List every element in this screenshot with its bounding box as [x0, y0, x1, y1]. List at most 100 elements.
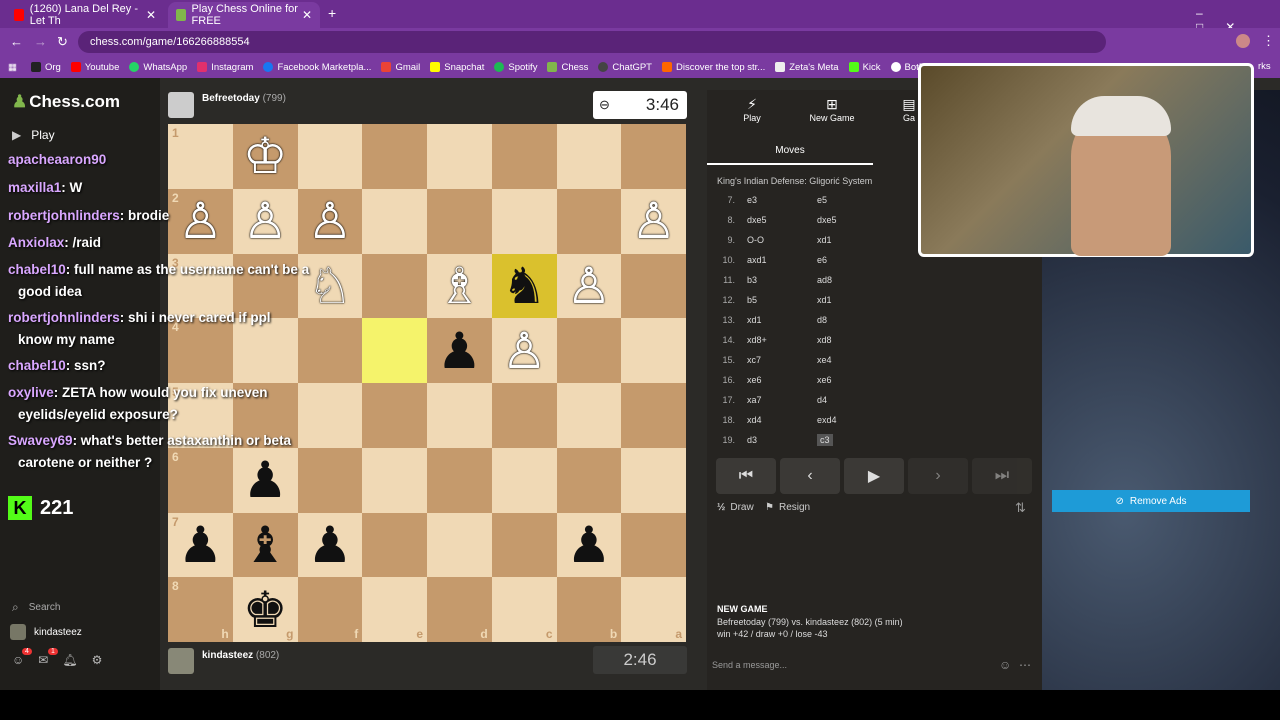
board-square[interactable]: f [297, 577, 363, 642]
board-square[interactable] [427, 188, 492, 254]
chess-logo[interactable]: ♟ Chess.com [12, 92, 120, 112]
reload-icon[interactable]: ↻ [57, 34, 68, 50]
moves-tab[interactable]: Moves [707, 138, 873, 165]
white-move[interactable]: xd4 [747, 415, 762, 425]
board-square[interactable] [362, 253, 427, 319]
black-move[interactable]: xe4 [817, 355, 832, 365]
flip-board-icon[interactable]: ⇅ [1015, 500, 1026, 516]
bottom-player-avatar[interactable] [168, 648, 194, 674]
messages-icon[interactable]: ✉ [38, 653, 62, 667]
emoji-icon[interactable]: ☺ [999, 658, 1011, 672]
board-square[interactable] [491, 124, 557, 189]
nav-profile[interactable]: kindasteez [10, 624, 82, 640]
board-square[interactable] [621, 447, 686, 513]
bookmark-org[interactable]: Org [30, 62, 61, 73]
board-square[interactable] [621, 253, 686, 319]
black-move[interactable]: d8 [817, 315, 827, 325]
board-square[interactable]: 8h [168, 577, 233, 642]
tab-close-icon[interactable]: ✕ [302, 8, 312, 22]
white-move[interactable]: xd8+ [747, 335, 767, 345]
white-move[interactable]: xc7 [747, 355, 761, 365]
bookmark-kick[interactable]: Kick [848, 62, 881, 73]
board-square[interactable]: ♝ [232, 512, 298, 578]
bookmark-facebook[interactable]: Facebook Marketpla... [263, 62, 371, 73]
friends-icon[interactable]: ☺ [12, 653, 38, 667]
chess-piece[interactable]: ♟ [566, 520, 611, 570]
white-move[interactable]: e3 [747, 195, 757, 205]
nav-search[interactable]: ⌕ Search [12, 600, 60, 615]
forward-icon[interactable]: → [34, 34, 47, 49]
board-square[interactable] [556, 447, 622, 513]
board-square[interactable]: ♟ [427, 318, 492, 383]
apps-icon[interactable]: ▦ [8, 62, 17, 73]
chat-username[interactable]: oxylive [8, 385, 54, 400]
tab-close-icon[interactable]: ✕ [146, 8, 156, 22]
white-move[interactable]: xe6 [747, 375, 762, 385]
first-move-button[interactable]: ⏮ [716, 458, 776, 494]
bookmark-zetas-meta[interactable]: Zeta's Meta [775, 62, 839, 73]
tab-chess[interactable]: Play Chess Online for FREE ✕ [168, 2, 320, 28]
black-move[interactable]: xd8 [817, 335, 832, 345]
tab-youtube[interactable]: (1260) Lana Del Rey - Let Th ✕ [6, 2, 164, 28]
board-square[interactable]: 7 ♟ [168, 512, 233, 578]
chess-piece[interactable]: ♙ [566, 261, 611, 311]
bookmark-gmail[interactable]: Gmail [381, 62, 420, 73]
board-square[interactable]: e [362, 577, 427, 642]
white-move[interactable]: xd1 [747, 315, 762, 325]
chess-piece[interactable]: ♙ [631, 196, 676, 246]
board-square[interactable] [362, 124, 427, 189]
chat-username[interactable]: maxilla1 [8, 180, 61, 195]
black-move[interactable]: xd1 [817, 235, 832, 245]
board-square[interactable] [362, 447, 427, 513]
white-move[interactable]: d3 [747, 435, 757, 445]
chat-username[interactable]: apacheaaron90 [8, 152, 106, 167]
remove-ads-button[interactable]: ⊘ Remove Ads [1052, 490, 1250, 512]
new-tab-button[interactable]: + [328, 5, 336, 21]
black-move[interactable]: e5 [817, 195, 827, 205]
nav-play[interactable]: ▶ Play [12, 128, 55, 142]
board-square[interactable] [362, 188, 427, 254]
play-button[interactable]: ▶ [844, 458, 904, 494]
top-player-avatar[interactable] [168, 92, 194, 118]
white-move[interactable]: xa7 [747, 395, 762, 405]
top-player-info[interactable]: Befreetoday (799) [202, 93, 286, 104]
bookmark-snapchat[interactable]: Snapchat [430, 62, 484, 73]
white-move[interactable]: axd1 [747, 255, 767, 265]
profile-avatar[interactable] [1236, 34, 1250, 48]
board-square[interactable]: ♟ [556, 512, 622, 578]
panel-tab-play[interactable]: ⚡︎ Play [737, 96, 767, 123]
more-icon[interactable]: ⋯ [1019, 658, 1031, 672]
board-square[interactable]: ♙ [491, 318, 557, 383]
chat-username[interactable]: robertjohnlinders [8, 310, 120, 325]
bookmark-chatgpt[interactable]: ChatGPT [598, 62, 652, 73]
board-square[interactable]: c [491, 577, 557, 642]
prev-move-button[interactable]: ‹ [780, 458, 840, 494]
board-square[interactable] [362, 318, 427, 383]
url-input[interactable]: chess.com/game/166266888554 [78, 31, 1106, 53]
chat-username[interactable]: chabel10 [8, 262, 66, 277]
bookmark-instagram[interactable]: Instagram [197, 62, 253, 73]
board-square[interactable]: ♞ [491, 253, 557, 319]
gear-icon[interactable]: ⚙ [92, 653, 117, 667]
message-input[interactable]: Send a message... ☺ ⋯ [707, 650, 1042, 680]
panel-tab-new-game[interactable]: ⊞ New Game [807, 96, 857, 123]
board-square[interactable] [362, 383, 427, 448]
board-square[interactable]: d [427, 577, 492, 642]
panel-tab-games[interactable]: ▤ Ga [902, 96, 916, 123]
board-square[interactable] [427, 447, 492, 513]
board-square[interactable] [621, 512, 686, 578]
resign-button[interactable]: ⚑ Resign [765, 502, 810, 513]
next-move-button[interactable]: › [908, 458, 968, 494]
chess-piece[interactable]: ♝ [243, 520, 288, 570]
chess-piece[interactable]: ♞ [502, 261, 547, 311]
board-square[interactable]: ♟ [297, 512, 363, 578]
chat-username[interactable]: chabel10 [8, 358, 66, 373]
black-move[interactable]: dxe5 [817, 215, 837, 225]
nav-bottom-icons[interactable]: ☺✉🔔︎⚙ [12, 653, 116, 667]
bookmark-spotify[interactable]: Spotify [494, 62, 537, 73]
black-move[interactable]: xd1 [817, 295, 832, 305]
board-square[interactable] [491, 188, 557, 254]
bookmark-chess[interactable]: Chess [547, 62, 588, 73]
black-move[interactable]: exd4 [817, 415, 837, 425]
board-square[interactable] [362, 512, 427, 578]
